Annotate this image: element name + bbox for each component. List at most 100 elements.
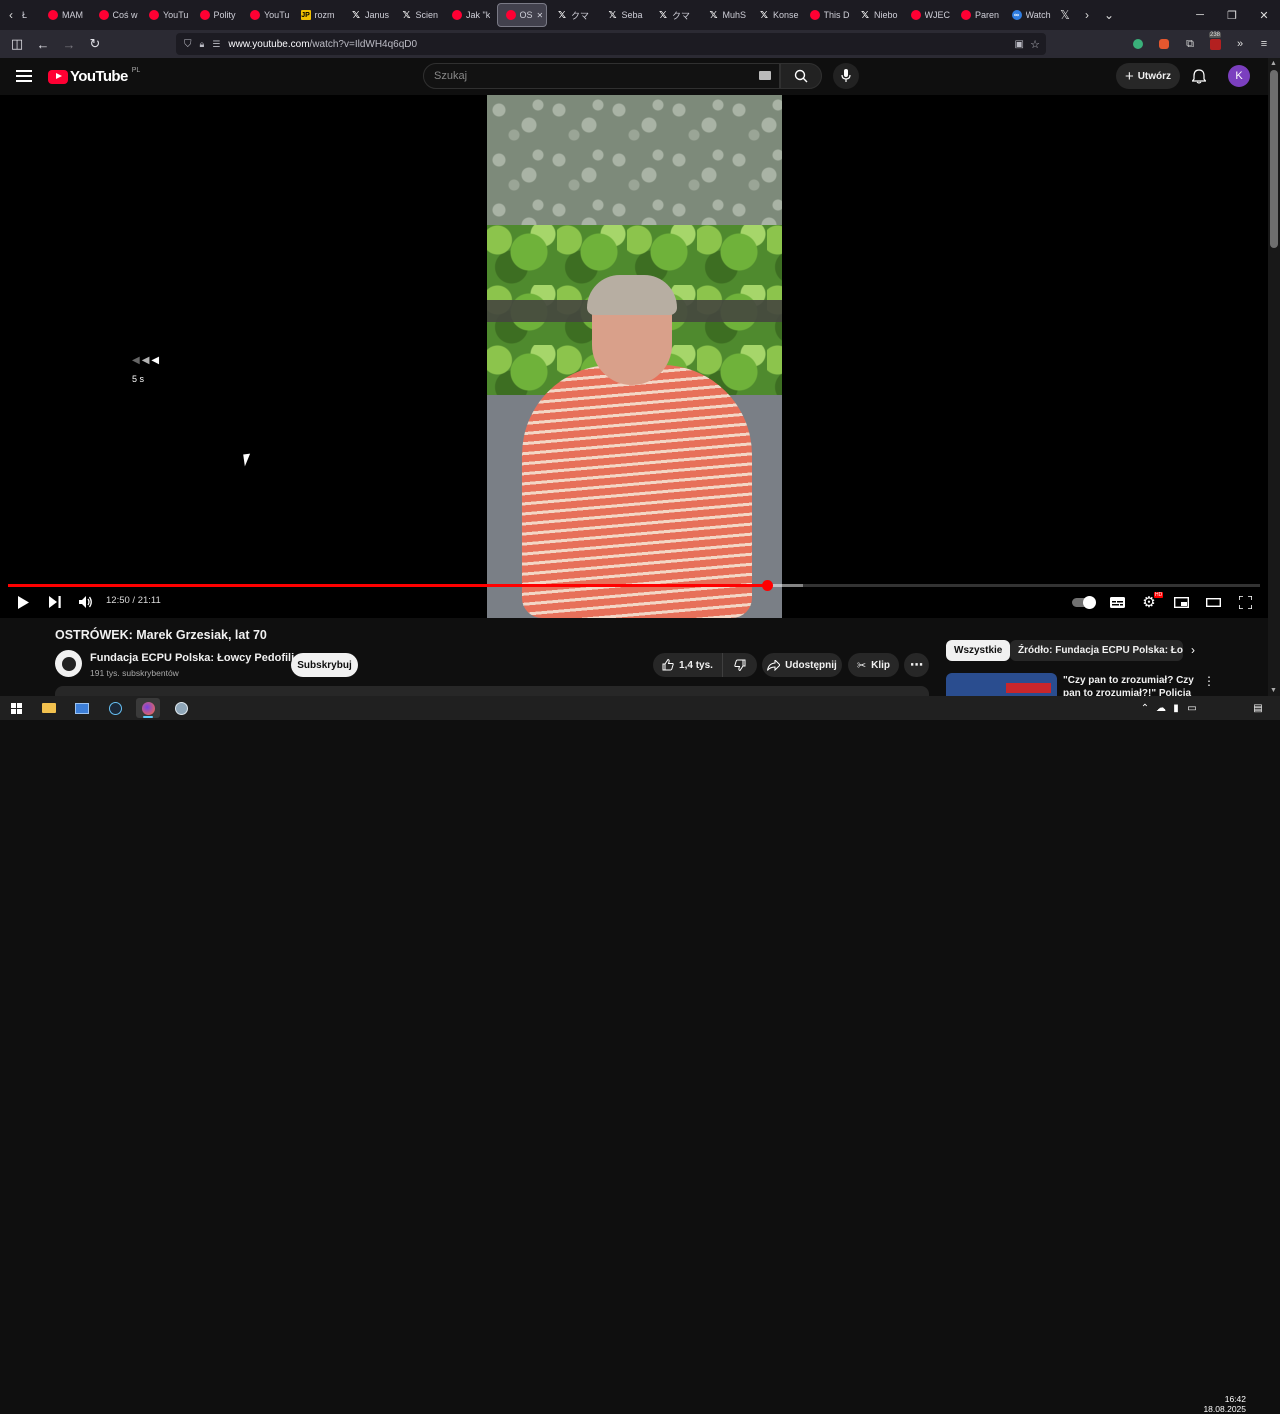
restore-icon[interactable]: ❐ [1216,0,1248,30]
browser-tab[interactable]: Coś w [91,0,142,30]
browser-tab[interactable]: 𝕏 クマ [549,0,600,30]
video-player[interactable]: ◀ ◀ ◀ 5 s 12:50 / 21:11 ⚙ HD [0,95,1268,618]
voice-search-button[interactable] [833,63,859,89]
chips-next-chevron-icon[interactable]: › [1191,643,1195,657]
close-window-icon[interactable]: ✕ [1248,0,1280,30]
lock-icon[interactable]: 🔒︎ [200,39,205,50]
tabs-scroll-right-icon[interactable]: › [1076,0,1098,30]
chip-all[interactable]: Wszystkie [946,640,1011,661]
browser-tab[interactable]: JP rozm [293,0,344,30]
address-bar[interactable]: ⛉ 🔒︎ ☰ www.youtube.com/watch?v=IldWH4q6q… [176,33,1046,55]
more-actions-icon[interactable]: ⋯ [904,653,929,677]
control-panel-icon[interactable] [70,698,94,718]
browser-tab[interactable]: 𝕏 Janus [343,0,394,30]
browser-tab[interactable]: 𝕏 Seba [600,0,651,30]
firefox-icon[interactable] [136,698,160,718]
minimize-icon[interactable]: ─ [1184,0,1216,30]
browser-tab[interactable]: Polity [192,0,243,30]
recommended-menu-icon[interactable]: ⋮ [1203,674,1215,688]
scroll-up-arrow-icon[interactable]: ▲ [1270,60,1277,67]
keyboard-icon[interactable] [759,71,771,80]
subtitles-button[interactable] [1108,593,1126,611]
search-button[interactable] [780,63,822,89]
notification-center-icon[interactable]: ▤ [1251,699,1265,717]
notifications-bell-icon[interactable] [1190,67,1208,85]
permissions-icon[interactable]: ☰ [212,39,220,50]
scroll-down-arrow-icon[interactable]: ▼ [1270,687,1277,694]
browser-tab-label: YouTu [264,10,290,20]
extension-fox-icon[interactable] [1152,30,1176,58]
browser-tab[interactable]: ∞ Watch [1004,0,1055,30]
app-globe-icon[interactable] [169,698,193,718]
overflow-chevron-icon[interactable]: » [1228,30,1252,58]
browser-tab[interactable]: OS ✕ [496,3,547,27]
browser-tab[interactable]: 𝕏 Scien [394,0,445,30]
description-box[interactable] [55,686,929,696]
miniplayer-button[interactable] [1172,593,1190,611]
sidebar-toggle-icon[interactable]: ◫ [5,32,29,56]
app-menu-icon[interactable]: ≡ [1252,30,1276,58]
tabs-scroll-left-icon[interactable]: ‹ [0,0,22,30]
browser-tab[interactable]: MAM [40,0,91,30]
recommended-thumbnail[interactable] [946,673,1057,696]
youtube-logo[interactable]: YouTube PL [48,67,140,85]
page-scrollbar[interactable]: ▲ ▼ [1268,58,1280,696]
chip-source[interactable]: Źródło: Fundacja ECPU Polska: Łowcy [1010,640,1183,661]
progress-bar[interactable] [8,580,1260,591]
autoplay-toggle[interactable] [1072,596,1096,609]
ublock-icon[interactable]: 238 [1203,30,1227,58]
fullscreen-button[interactable] [1236,593,1254,611]
browser-tab[interactable]: 𝕏 Niebo [852,0,903,30]
network-icon[interactable]: ▭ [1185,699,1199,717]
bookmark-star-icon[interactable]: ☆ [1030,38,1040,51]
taskbar-clock[interactable]: 16:42 18.08.2025 [1196,1394,1246,1414]
onedrive-cloud-icon[interactable]: ☁ [1155,699,1167,717]
scrollbar-thumb[interactable] [1270,70,1278,248]
mute-button[interactable] [77,593,95,611]
back-icon[interactable]: ← [31,32,55,56]
channel-name[interactable]: Fundacja ECPU Polska: Łowcy Pedofili [90,652,294,664]
browser-tab[interactable]: YouTu [141,0,192,30]
tab-partial-x-icon[interactable]: 𝕏 [1054,0,1076,30]
next-button[interactable] [46,593,64,611]
tracking-shield-icon[interactable]: ⛉ [184,39,192,50]
file-explorer-icon[interactable] [37,698,61,718]
dislike-button[interactable] [722,653,757,677]
account-avatar[interactable]: K [1228,65,1250,87]
extension-vpn-icon[interactable] [1126,30,1150,58]
steam-icon[interactable] [103,698,127,718]
play-button[interactable] [14,593,32,611]
browser-tab[interactable]: This D [802,0,853,30]
browser-tab[interactable]: 𝕏 Konse [751,0,802,30]
channel-avatar[interactable] [55,650,82,677]
recommended-title[interactable]: "Czy pan to zrozumiał? Czy pan to zrozum… [1063,674,1198,696]
browser-tab-label: YouTu [163,10,189,20]
extensions-puzzle-icon[interactable]: ⧉ [1178,30,1202,58]
forward-icon[interactable]: → [57,32,81,56]
share-button[interactable]: Udostępnij [762,653,842,677]
scrubber-handle[interactable] [761,580,773,591]
tab-list-chevron-down-icon[interactable]: ⌄ [1098,0,1120,30]
url-text[interactable]: www.youtube.com/watch?v=IldWH4q6qD0 [228,39,417,50]
browser-tab[interactable]: WJEC [903,0,954,30]
guide-menu-icon[interactable] [16,70,32,82]
theater-mode-button[interactable] [1204,593,1222,611]
video-frame[interactable] [487,95,782,618]
browser-tab[interactable]: 𝕏 MuhS [701,0,752,30]
browser-tab[interactable]: Paren [953,0,1004,30]
clip-button[interactable]: ✂ Klip [848,653,899,677]
reader-view-icon[interactable]: ▣ [1015,39,1024,50]
browser-tab[interactable]: YouTu [242,0,293,30]
subscribe-button[interactable]: Subskrybuj [291,653,358,677]
windows-start-icon[interactable] [4,698,28,718]
reload-icon[interactable]: ↻ [83,32,107,56]
search-input[interactable]: Szukaj [423,63,780,89]
create-button[interactable]: + Utwórz [1116,63,1180,89]
microphone-tray-icon[interactable]: ▮ [1171,699,1181,717]
close-tab-icon[interactable]: ✕ [537,11,544,20]
tray-overflow-chevron-icon[interactable]: ⌃ [1140,699,1150,717]
tab-partial[interactable]: Ł [22,0,40,30]
like-button[interactable]: 1,4 tys. [653,653,722,677]
browser-tab[interactable]: Jak "k [444,0,495,30]
browser-tab[interactable]: 𝕏 クマ [650,0,701,30]
